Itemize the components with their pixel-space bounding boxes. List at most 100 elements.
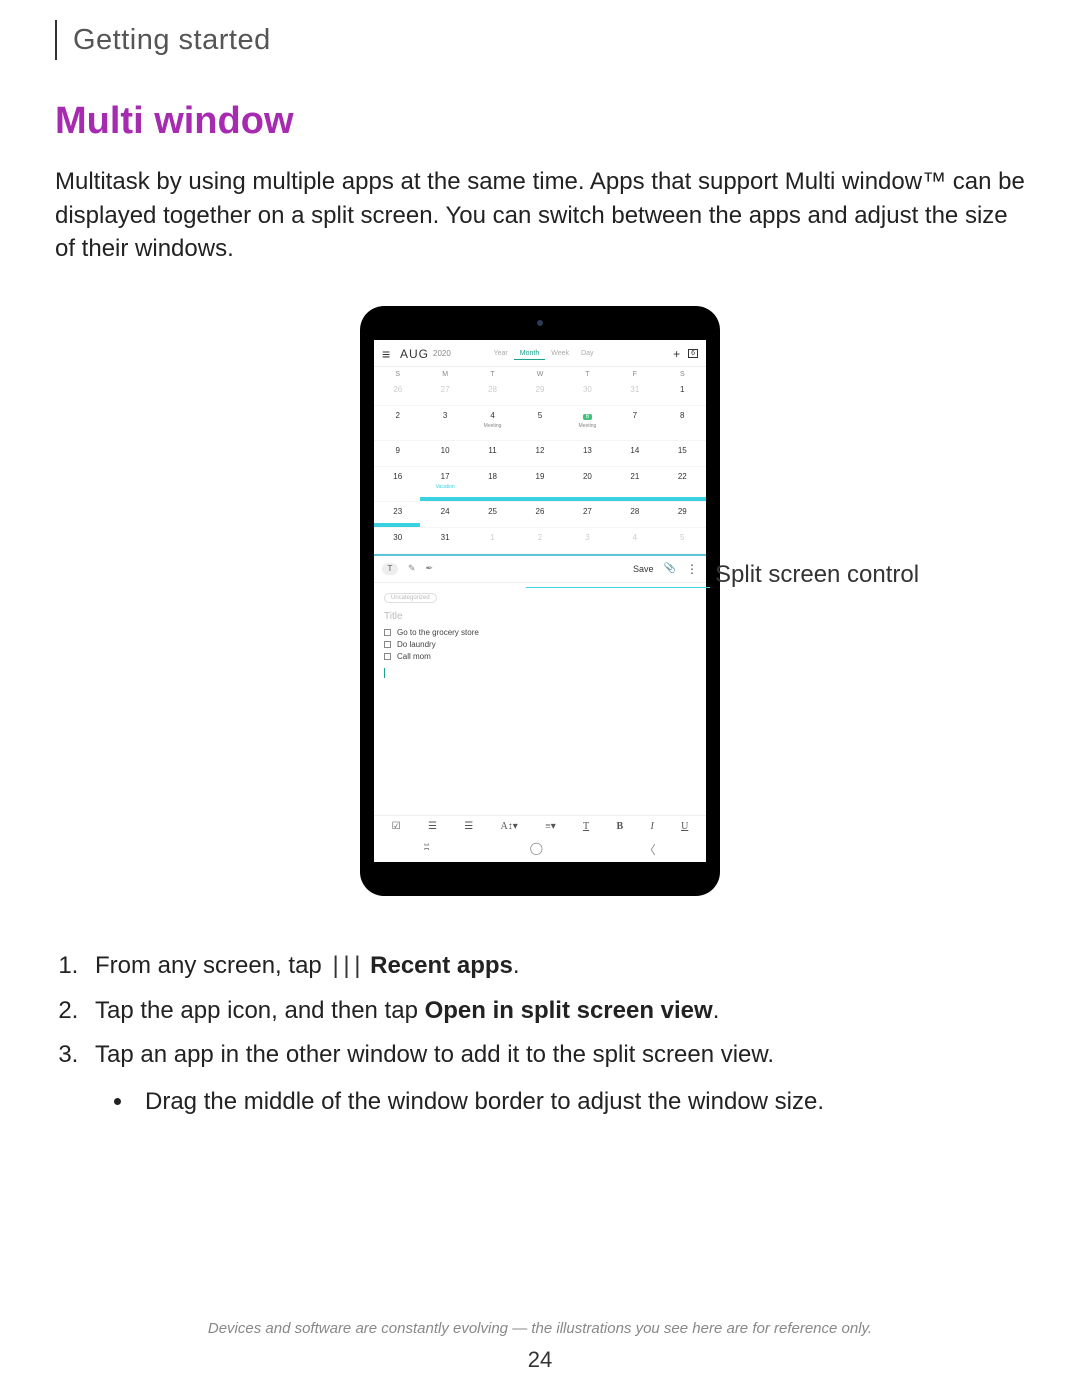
more-icon — [686, 562, 698, 576]
date-cell: 5 — [516, 411, 563, 435]
step-3-sub: Drag the middle of the window border to … — [135, 1082, 1025, 1123]
date-cell: 19 — [516, 472, 563, 496]
format-bar: ☑ ☰ ☰ A↕▾ ≡▾ T B I U — [374, 815, 706, 837]
dow: M — [421, 371, 468, 378]
dow: S — [374, 371, 421, 378]
today-icon: 6 — [688, 349, 698, 358]
date-cell: 2 — [516, 533, 563, 548]
page-number: 24 — [0, 1347, 1080, 1373]
date-cell: 12 — [516, 446, 563, 461]
date-cell: 18 — [469, 472, 516, 496]
dow: S — [659, 371, 706, 378]
date-cell: 15 — [659, 446, 706, 461]
recents-nav-icon: ⎶ — [424, 841, 429, 858]
calendar-grid: S M T W T F S 26 27 28 29 30 31 1 — [374, 367, 706, 554]
tab-month: Month — [514, 348, 545, 360]
pen-icon: ✎ — [408, 563, 416, 574]
recent-apps-icon: | | | — [328, 946, 363, 987]
disclaimer: Devices and software are constantly evol… — [0, 1320, 1080, 1337]
date-cell: 27 — [564, 507, 611, 522]
tablet-frame: AUG 2020 Year Month Week Day + 6 S M T — [360, 306, 720, 896]
italic-icon: I — [650, 821, 653, 832]
underline-icon: U — [681, 821, 688, 832]
camera-dot — [537, 320, 543, 326]
todo-item: Go to the grocery store — [384, 628, 696, 637]
notes-body: Uncategorized Title Go to the grocery st… — [374, 583, 706, 815]
dow: T — [564, 371, 611, 378]
page-title: Multi window — [55, 100, 1025, 143]
date-cell: 31 — [421, 533, 468, 548]
illustration-wrap: AUG 2020 Year Month Week Day + 6 S M T — [55, 306, 1025, 906]
date-cell: 3 — [564, 533, 611, 548]
dow: F — [611, 371, 658, 378]
dow: W — [516, 371, 563, 378]
step-1: From any screen, tap | | | Recent apps. — [85, 946, 1025, 987]
hamburger-icon — [382, 346, 394, 362]
date-cell: 13 — [564, 446, 611, 461]
date-cell: 31 — [611, 385, 658, 400]
date-cell: 14 — [611, 446, 658, 461]
note-title-placeholder: Title — [384, 611, 696, 622]
date-cell: 25 — [469, 507, 516, 522]
font-size-icon: A↕▾ — [501, 821, 518, 832]
date-cell: 26 — [374, 385, 421, 400]
date-cell: 6Meeting — [564, 411, 611, 435]
steps-list: From any screen, tap | | | Recent apps. … — [55, 946, 1025, 1123]
section-header: Getting started — [55, 20, 1025, 60]
intro-paragraph: Multitask by using multiple apps at the … — [55, 165, 1025, 266]
align-icon: ≡▾ — [545, 821, 556, 832]
date-cell: 17Vacation — [421, 472, 468, 496]
date-cell: 4 — [611, 533, 658, 548]
date-cell: 24 — [421, 507, 468, 522]
date-cell: 21 — [611, 472, 658, 496]
tab-week: Week — [545, 348, 575, 360]
date-cell: 1 — [469, 533, 516, 548]
date-cell: 16 — [374, 472, 421, 496]
save-button: Save — [633, 564, 654, 574]
date-cell: 20 — [564, 472, 611, 496]
date-cell: 4Meeting — [469, 411, 516, 435]
calendar-month: AUG — [400, 347, 429, 361]
date-cell: 23 — [374, 507, 421, 522]
calendar-view-tabs: Year Month Week Day — [488, 348, 600, 360]
date-cell: 5 — [659, 533, 706, 548]
calendar-header: AUG 2020 Year Month Week Day + 6 — [374, 340, 706, 367]
date-cell: 26 — [516, 507, 563, 522]
text-cursor — [384, 668, 385, 678]
date-cell: 29 — [659, 507, 706, 522]
date-cell: 8 — [659, 411, 706, 435]
brush-icon: ✒ — [426, 563, 434, 574]
checklist-icon: ☑ — [392, 821, 401, 832]
notes-toolbar: T ✎ ✒ Save — [374, 556, 706, 583]
date-cell: 2 — [374, 411, 421, 435]
callout-line — [526, 587, 710, 588]
text-color-icon: T — [583, 821, 589, 832]
calendar-year: 2020 — [433, 349, 451, 358]
bullet-list-icon: ☰ — [464, 821, 473, 832]
android-navbar: ⎶ ◯ 〈 — [374, 837, 706, 862]
date-cell: 30 — [374, 533, 421, 548]
date-cell: 11 — [469, 446, 516, 461]
bold-icon: B — [616, 821, 623, 832]
todo-item: Do laundry — [384, 640, 696, 649]
dow: T — [469, 371, 516, 378]
date-cell: 27 — [421, 385, 468, 400]
date-cell: 28 — [469, 385, 516, 400]
tab-year: Year — [488, 348, 514, 360]
home-nav-icon: ◯ — [530, 841, 543, 858]
date-cell: 9 — [374, 446, 421, 461]
date-cell: 29 — [516, 385, 563, 400]
date-cell: 22 — [659, 472, 706, 496]
step-3: Tap an app in the other window to add it… — [85, 1035, 1025, 1123]
date-cell: 7 — [611, 411, 658, 435]
text-mode-icon: T — [382, 563, 398, 575]
numbered-list-icon: ☰ — [428, 821, 437, 832]
date-cell: 1 — [659, 385, 706, 400]
category-chip: Uncategorized — [384, 593, 437, 603]
date-cell: 10 — [421, 446, 468, 461]
date-cell: 30 — [564, 385, 611, 400]
todo-item: Call mom — [384, 652, 696, 661]
date-cell: 3 — [421, 411, 468, 435]
add-icon: + — [673, 347, 680, 361]
tab-day: Day — [575, 348, 599, 360]
